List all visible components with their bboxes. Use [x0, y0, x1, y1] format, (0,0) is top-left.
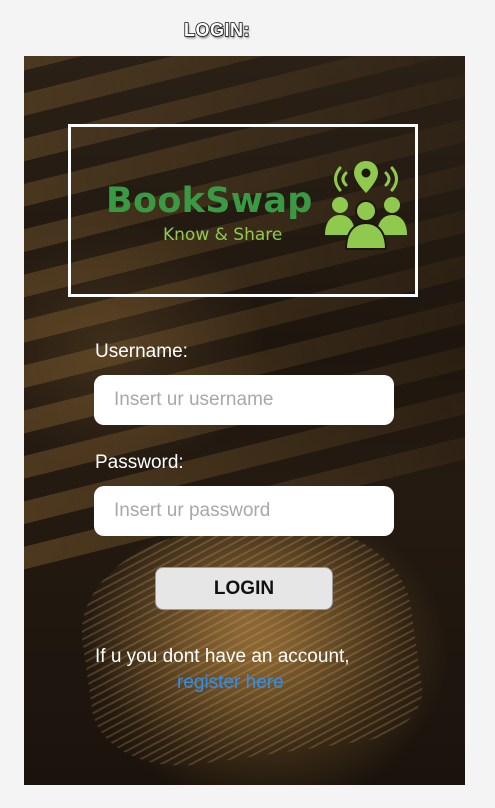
- password-label: Password:: [95, 452, 184, 473]
- logo-tagline: Know & Share: [163, 225, 283, 245]
- login-screen: BookSwap Know & Share Username: Password…: [24, 56, 465, 785]
- username-input[interactable]: [94, 375, 394, 425]
- page-label: LOGIN:: [183, 19, 250, 41]
- password-input[interactable]: [94, 486, 394, 536]
- username-label: Username:: [95, 341, 188, 362]
- login-button[interactable]: LOGIN: [155, 567, 333, 610]
- logo-title: BookSwap: [106, 181, 313, 221]
- logo-box: BookSwap Know & Share: [68, 124, 418, 297]
- register-link[interactable]: register here: [177, 672, 284, 694]
- people-location-pin-icon: [325, 161, 407, 250]
- register-prompt: If u you dont have an account,: [95, 646, 350, 667]
